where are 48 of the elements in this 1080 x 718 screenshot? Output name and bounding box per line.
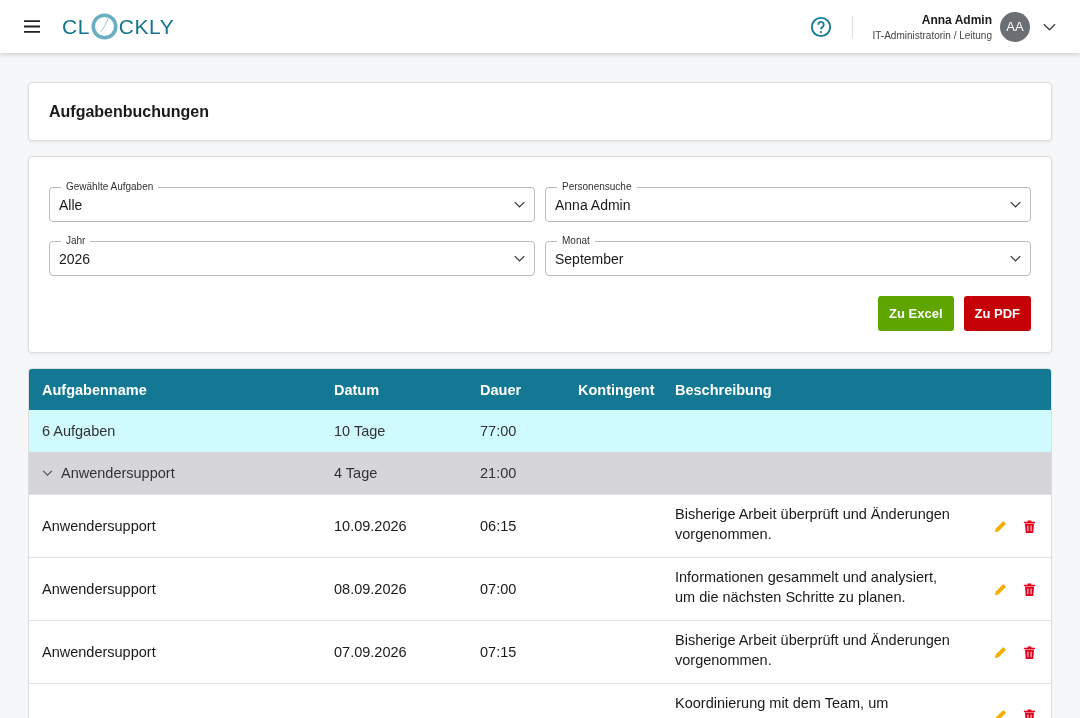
chevron-down-icon[interactable] [1043, 22, 1056, 31]
excel-export-button[interactable]: Zu Excel [878, 296, 954, 331]
table-cell: Anwendersupport [42, 518, 156, 534]
table-cell: Anwendersupport [42, 581, 156, 597]
table-cell-text: 6 Aufgaben [41, 423, 117, 439]
table-cell: 07:15 [480, 644, 517, 660]
help-icon[interactable] [809, 15, 832, 38]
user-role: IT-Administratorin / Leitung [872, 29, 992, 41]
page-title: Aufgabenbuchungen [49, 102, 209, 121]
column-header[interactable]: Dauer [467, 381, 565, 398]
table-cell: 06:15 [480, 518, 517, 534]
trash-icon[interactable] [1022, 644, 1037, 660]
table-cell-text: Informationen gesammelt und analysiert, um die nächsten Schritte zu planen. [674, 568, 938, 607]
table-cell: 07:00 [480, 581, 517, 597]
table-cell: Anwendersupport [61, 465, 175, 481]
chevron-down-icon[interactable] [1010, 201, 1021, 208]
table-cell: Anwendersupport [42, 644, 156, 660]
select-field[interactable]: Monat September [545, 234, 1031, 276]
column-header[interactable]: Beschreibung [662, 381, 950, 398]
select-field[interactable]: Personensuche Anna Admin [545, 180, 1031, 222]
user-name: Anna Admin [921, 12, 992, 27]
table-cell-text: 21:00 [479, 465, 518, 481]
table-cell: 08.09.2026 [334, 581, 407, 597]
table-cell: 07.09.2026 [334, 644, 407, 660]
table-cell-text: 4 Tage [333, 465, 379, 481]
table-cell-text: Bisherige Arbeit überprüft und Änderungen vorgenommen. [674, 505, 950, 544]
column-header[interactable]: Datum [321, 381, 467, 398]
table-cell-text: Bisherige Arbeit überprüft und Änderungen vorgenommen. [674, 631, 950, 670]
table-cell-text: 77:00 [479, 423, 518, 439]
chevron-down-icon[interactable] [514, 201, 525, 208]
column-header[interactable]: Aufgabenname [29, 381, 321, 398]
chevron-down-icon[interactable] [1010, 255, 1021, 262]
user-avatar[interactable]: AA [1000, 11, 1030, 42]
logo: CL CKLY [62, 13, 175, 40]
trash-icon[interactable] [1022, 518, 1037, 534]
trash-icon[interactable] [1022, 707, 1037, 718]
table-cell-text: 10 Tage [333, 423, 387, 439]
select-field[interactable]: Jahr 2026 [49, 234, 535, 276]
pdf-export-button[interactable]: Zu PDF [963, 296, 1031, 331]
chevron-down-icon[interactable] [514, 255, 525, 262]
table-cell-text: Koordinierung mit dem Team, um [674, 694, 890, 713]
menu-icon[interactable] [24, 20, 40, 33]
chevron-icon[interactable] [42, 469, 53, 477]
select-field[interactable]: Gewählte Aufgaben Alle [49, 180, 535, 222]
column-header[interactable]: Kontingent [565, 381, 662, 398]
trash-icon[interactable] [1022, 581, 1037, 597]
group-row[interactable]: Anwendersupport 4 Tage 21:00 [29, 452, 1051, 494]
table-cell: 10.09.2026 [334, 518, 407, 534]
